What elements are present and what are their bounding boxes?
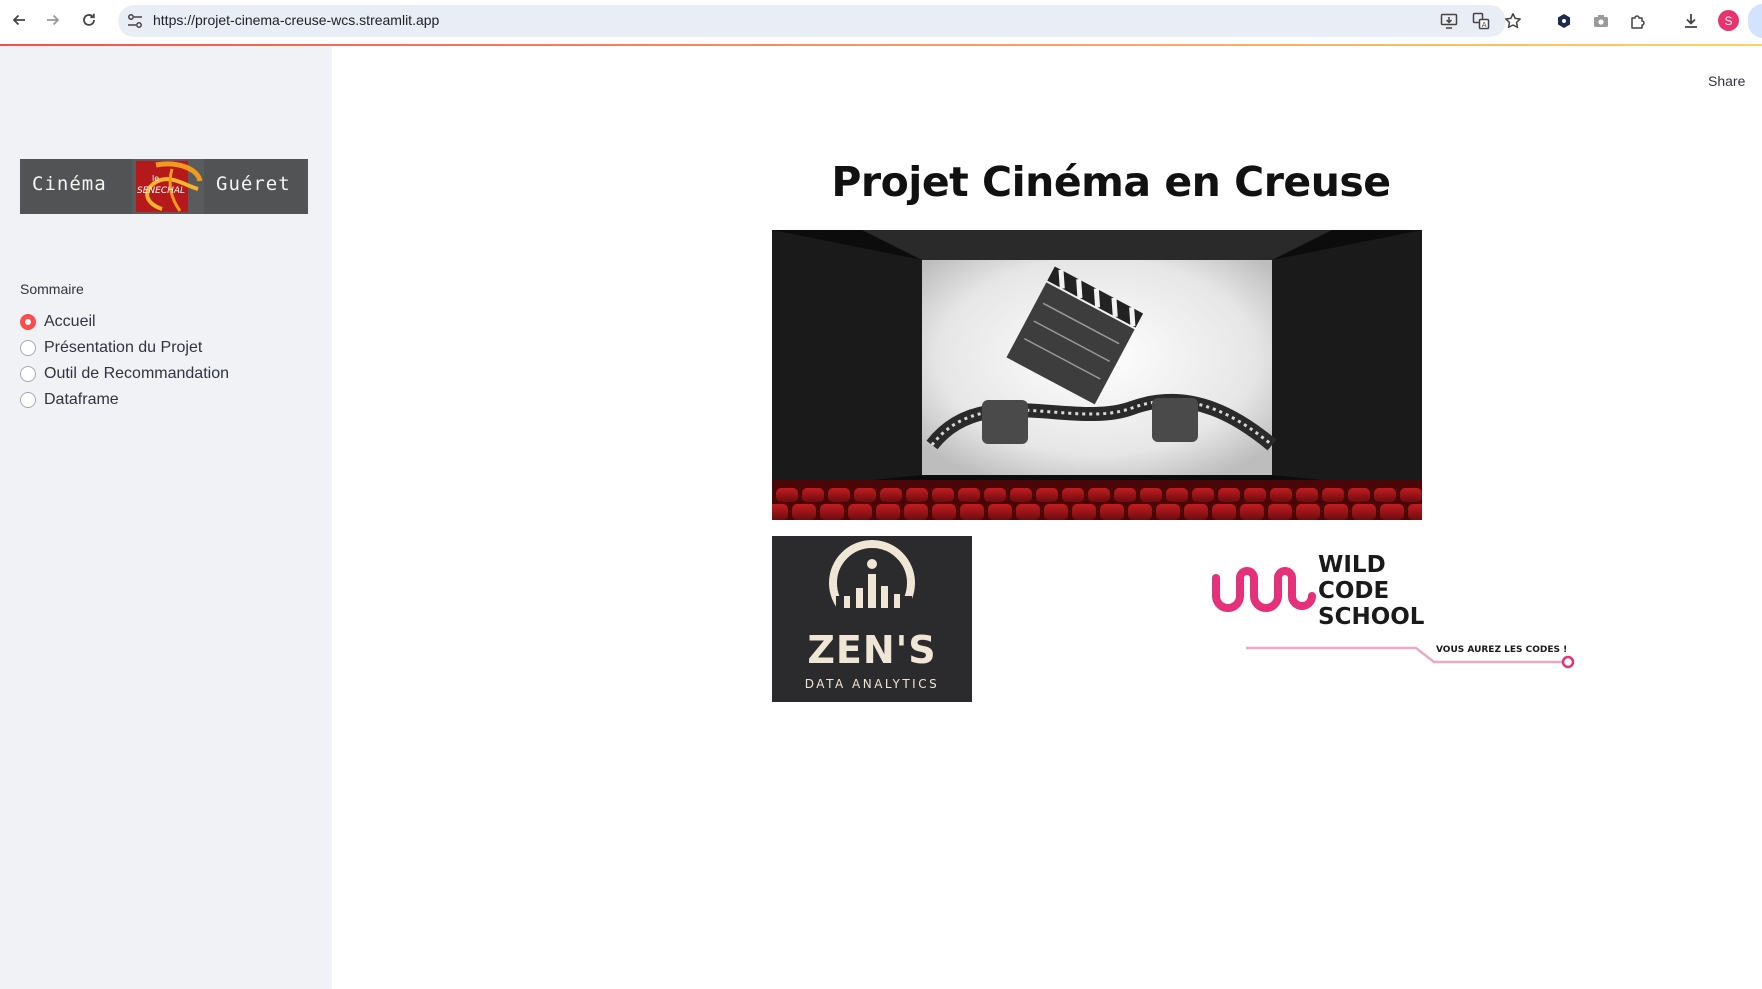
url-text[interactable]: https://projet-cinema-creuse-wcs.streaml… bbox=[153, 12, 439, 28]
nav-radio-title: Sommaire bbox=[20, 281, 84, 297]
radio-option-presentation[interactable]: Présentation du Projet bbox=[20, 335, 229, 361]
radio-label: Accueil bbox=[44, 313, 96, 330]
profile-avatar[interactable]: S bbox=[1718, 10, 1739, 31]
radio-label: Dataframe bbox=[44, 391, 119, 408]
wcs-line-school: SCHOOL bbox=[1318, 604, 1425, 630]
download-icon[interactable] bbox=[1680, 10, 1702, 32]
share-button[interactable]: Share bbox=[1708, 73, 1745, 89]
zens-subtitle: DATA ANALYTICS bbox=[804, 677, 940, 691]
wild-code-school-logo: WILD CODE SCHOOL VOUS AUREZ LES CODES ! bbox=[1206, 548, 1576, 674]
reload-icon[interactable] bbox=[78, 9, 100, 31]
address-bar[interactable]: https://projet-cinema-creuse-wcs.streaml… bbox=[118, 5, 1506, 37]
zens-title: ZEN'S bbox=[807, 628, 937, 672]
cinema-gueret-logo: Cinéma le SENECHAL Guéret bbox=[20, 159, 308, 214]
zens-data-analytics-logo: ZEN'S DATA ANALYTICS bbox=[772, 536, 972, 702]
senechal-emblem: le SENECHAL bbox=[132, 159, 204, 214]
radio-option-recommandation[interactable]: Outil de Recommandation bbox=[20, 361, 229, 387]
nav-radio-group: Accueil Présentation du Projet Outil de … bbox=[20, 309, 229, 413]
radio-label: Présentation du Projet bbox=[44, 339, 203, 356]
radio-button[interactable] bbox=[20, 392, 36, 408]
radio-button[interactable] bbox=[20, 340, 36, 356]
radio-option-accueil[interactable]: Accueil bbox=[20, 309, 229, 335]
logo-word-right: Guéret bbox=[216, 173, 291, 195]
radio-button[interactable] bbox=[20, 366, 36, 382]
camera-icon[interactable] bbox=[1590, 10, 1612, 32]
emblem-text-top: le bbox=[152, 174, 159, 183]
radio-button-selected[interactable] bbox=[20, 314, 36, 330]
logo-word-left: Cinéma bbox=[32, 173, 107, 195]
translate-icon[interactable]: A bbox=[1470, 10, 1492, 32]
zens-emblem-icon bbox=[829, 540, 915, 626]
bookmark-star-icon[interactable] bbox=[1502, 10, 1524, 32]
wcs-tagline: VOUS AUREZ LES CODES ! bbox=[1436, 645, 1568, 655]
back-icon[interactable] bbox=[8, 9, 30, 31]
emblem-text-main: SENECHAL bbox=[137, 186, 185, 196]
forward-icon[interactable] bbox=[42, 9, 64, 31]
extension-hex-icon[interactable] bbox=[1553, 10, 1575, 32]
install-app-icon[interactable] bbox=[1438, 10, 1460, 32]
wcs-line-wild: WILD bbox=[1318, 552, 1386, 578]
page-title: Projet Cinéma en Creuse bbox=[831, 158, 1391, 206]
wcs-wordmark: WILD CODE SCHOOL bbox=[1318, 552, 1424, 630]
svg-text:A: A bbox=[1482, 21, 1487, 29]
side-panel-button[interactable] bbox=[1748, 4, 1762, 38]
browser-toolbar: https://projet-cinema-creuse-wcs.streaml… bbox=[0, 0, 1762, 44]
site-settings-icon[interactable] bbox=[126, 12, 144, 34]
radio-label: Outil de Recommandation bbox=[44, 365, 229, 382]
wcs-line-code: CODE bbox=[1318, 578, 1390, 604]
extensions-puzzle-icon[interactable] bbox=[1627, 10, 1649, 32]
sidebar: Cinéma le SENECHAL Guéret Sommaire Accue… bbox=[0, 46, 332, 989]
radio-option-dataframe[interactable]: Dataframe bbox=[20, 387, 229, 413]
wcs-emblem-icon bbox=[1212, 567, 1316, 612]
cinema-hero-image bbox=[772, 230, 1422, 520]
